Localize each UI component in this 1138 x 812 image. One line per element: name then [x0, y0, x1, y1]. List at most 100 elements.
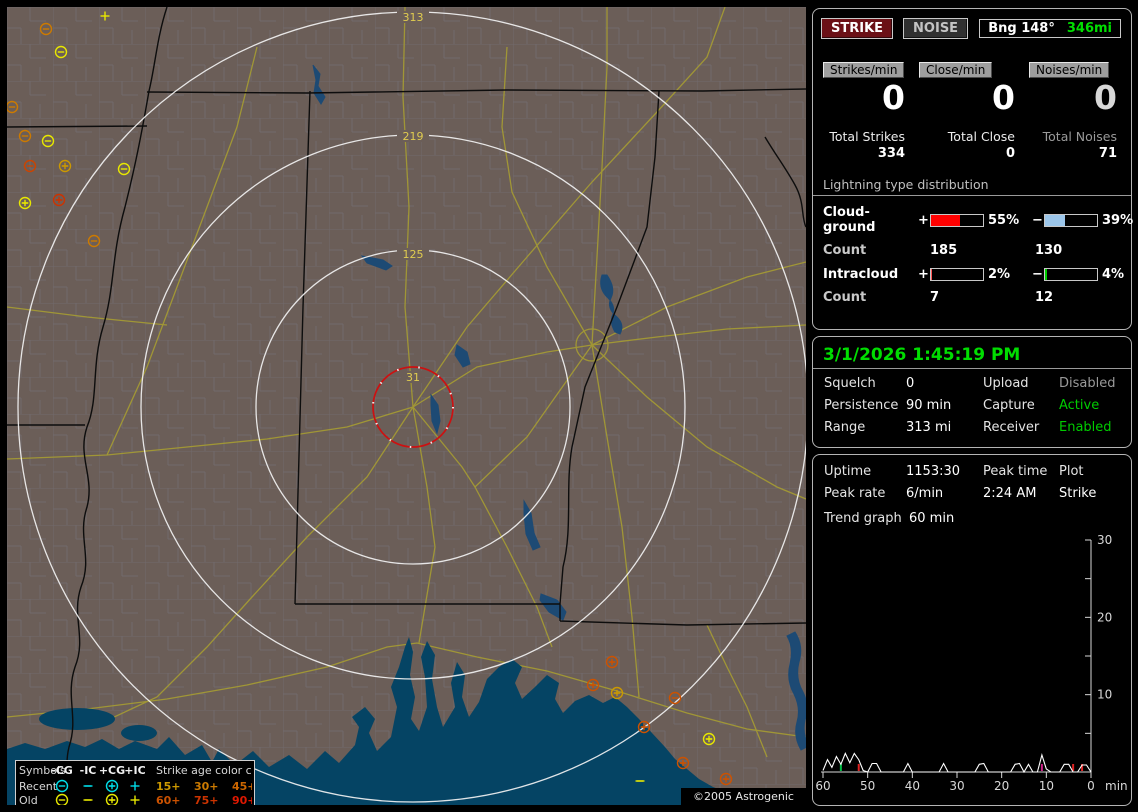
plus-sign: +: [918, 212, 929, 228]
cg-pos-bar: [930, 213, 984, 227]
persistence-value: 90 min: [906, 398, 952, 413]
legend-col-header: +IC: [124, 764, 145, 777]
strike-symbol-ic-pos: [130, 781, 140, 791]
minus-sign: −: [1032, 212, 1043, 228]
noises-per-min-label: Noises/min: [1029, 62, 1110, 78]
count-label: Count: [823, 290, 867, 305]
x-tick-label: 20: [994, 779, 1009, 793]
legend-row-label: Recent: [19, 780, 58, 793]
uptime-value: 1153:30: [906, 464, 961, 479]
intracloud-counts: Count 7 12: [823, 290, 1131, 305]
age-code-label: 60+: [156, 794, 181, 805]
legend-col-header: +CG: [99, 764, 125, 777]
strike-mode-button[interactable]: STRIKE: [821, 18, 894, 39]
strike-symbol-cg-neg: [55, 793, 69, 805]
x-tick-label: 40: [905, 779, 920, 793]
app-window: 313 219 125 31 Symbols -CG -IC +CG +IC Strike…: [0, 0, 1138, 812]
legend-canvas: Symbols-CG-IC+CG+ICStrike age color code…: [19, 764, 252, 805]
plot-value: Strike: [1059, 486, 1097, 501]
total-noises-value: 71: [1098, 146, 1117, 161]
trend-graph-row: Trend graph 60 min: [824, 511, 1131, 526]
peak-rate-value: 6/min: [906, 486, 944, 501]
y-tick-label: 10: [1097, 688, 1112, 702]
legend-col-header: -IC: [80, 764, 97, 777]
plus-sign: +: [918, 267, 929, 282]
y-tick-label: 20: [1097, 610, 1112, 624]
receiver-value: Enabled: [1059, 420, 1112, 435]
strike-symbol-cg-neg: [55, 779, 69, 793]
legend-row-label: Old: [19, 794, 38, 805]
bearing-range: 346mi: [1066, 21, 1112, 36]
strike-symbol-cg-pos: [105, 779, 119, 793]
cg-neg-pct: 39%: [1102, 212, 1134, 228]
strike-symbol-cg-pos: [105, 793, 119, 805]
status-panel: 3/1/2026 1:45:19 PM Squelch 0 Upload Dis…: [812, 336, 1132, 448]
age-code-label: 30+: [194, 780, 219, 793]
x-tick-label: 10: [1039, 779, 1054, 793]
peak-time-label: Peak time: [983, 464, 1048, 479]
bearing-readout: Bng 148° 346mi: [979, 19, 1121, 38]
datetime: 3/1/2026 1:45:19 PM: [823, 345, 1021, 365]
strikes-per-min-label: Strikes/min: [823, 62, 905, 78]
total-close-value: 0: [1005, 146, 1015, 161]
cg-neg-bar: [1044, 213, 1098, 227]
count-label: Count: [823, 243, 867, 258]
age-code-label: 75+: [194, 794, 219, 805]
x-tick-label: 60: [815, 779, 830, 793]
stats-row: Uptime 1153:30 Peak time Plot: [824, 464, 1131, 479]
map-panel[interactable]: 313 219 125 31 Symbols -CG -IC +CG +IC Strike…: [7, 7, 806, 805]
ring-label-313: 313: [403, 11, 424, 24]
strikes-per-min-value: 0: [882, 78, 905, 117]
age-code-label: 15+: [156, 780, 181, 793]
persistence-label: Persistence: [824, 398, 899, 413]
ic-pos-count: 7: [930, 290, 940, 305]
ic-pos-pct: 2%: [988, 267, 1011, 282]
ring-label-125: 125: [403, 248, 424, 261]
total-noises-label: Total Noises: [1042, 129, 1117, 144]
upload-label: Upload: [983, 376, 1029, 391]
minus-sign: −: [1032, 267, 1043, 282]
strike-symbol-ic-pos: [130, 795, 140, 805]
cloud-ground-label: Cloud-ground: [823, 205, 876, 235]
range-label: Range: [824, 420, 866, 435]
receiver-label: Receiver: [983, 420, 1040, 435]
status-row: Range 313 mi Receiver Enabled: [824, 420, 1131, 435]
distribution-title: Lightning type distribution: [823, 177, 989, 192]
trend-panel: Uptime 1153:30 Peak time Plot Peak rate …: [812, 454, 1132, 806]
x-tick-label: 0: [1087, 779, 1095, 793]
status-row: Squelch 0 Upload Disabled: [824, 376, 1131, 391]
map-legend: Symbols-CG-IC+CG+ICStrike age color code…: [15, 760, 255, 805]
ic-neg-count: 12: [1035, 290, 1054, 305]
range-value: 313 mi: [906, 420, 952, 435]
ring-label-219: 219: [403, 130, 424, 143]
copyright-label: ©2005 Astrogenic Systems: [681, 788, 806, 805]
x-tick-label: 50: [860, 779, 875, 793]
ic-pos-bar: [930, 268, 984, 281]
ic-neg-bar: [1044, 268, 1098, 281]
squelch-value: 0: [906, 376, 915, 391]
legend-col-header: -CG: [51, 764, 73, 777]
age-code-label: 90+: [232, 794, 252, 805]
noises-per-min-value: 0: [1094, 78, 1117, 117]
cloud-ground-counts: Count 185 130: [823, 243, 1131, 258]
trend-graph-label: Trend graph: [824, 511, 902, 526]
status-divider: [813, 368, 1131, 369]
x-tick-label: 30: [949, 779, 964, 793]
status-row: Persistence 90 min Capture Active: [824, 398, 1131, 413]
trend-line: [822, 752, 1092, 774]
ic-neg-pct: 4%: [1102, 267, 1125, 282]
trend-graph-value: 60 min: [909, 511, 955, 526]
legend-age-header: Strike age color codes: [156, 764, 252, 777]
close-per-min-label: Close/min: [919, 62, 993, 78]
intracloud-label: Intracloud: [823, 267, 899, 282]
peak-time-value: 2:24 AM: [983, 486, 1037, 501]
cg-pos-count: 185: [930, 243, 958, 258]
y-tick-label: 30: [1097, 533, 1112, 547]
squelch-label: Squelch: [824, 376, 876, 391]
uptime-label: Uptime: [824, 464, 872, 479]
age-code-label: 45+: [232, 780, 252, 793]
noise-mode-button[interactable]: NOISE: [903, 18, 969, 39]
totals: Total Strikes Total Close Total Noises 3…: [823, 129, 1121, 161]
trend-graph: 10 20 30 60 50 40 30 20 10 0 min: [815, 533, 1127, 793]
stats-row: Peak rate 6/min 2:24 AM Strike: [824, 486, 1131, 501]
